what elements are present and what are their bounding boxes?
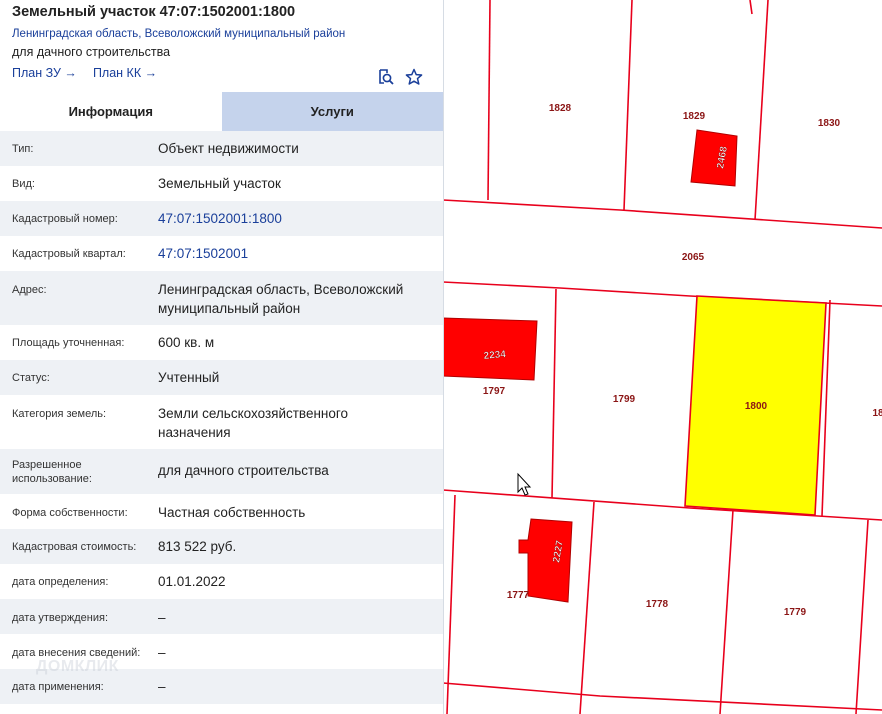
row-cadastral-value: Кадастровая стоимость: 813 522 руб. [0,529,443,564]
tab-services[interactable]: Услуги [221,92,443,131]
row-kind: Вид: Земельный участок [0,166,443,201]
row-value: – [158,679,166,694]
parcel-label-1830: 1830 [818,118,841,129]
star-icon[interactable] [405,68,423,91]
row-address: Адрес: Ленинградская область, Всеволожск… [0,271,443,325]
row-label: Категория земель: [12,408,107,420]
info-list: Тип: Объект недвижимости Вид: Земельный … [0,131,443,704]
row-type: Тип: Объект недвижимости [0,131,443,166]
row-value: для дачного строительства [158,463,329,478]
row-value: Земельный участок [158,176,281,191]
row-ownership: Форма собственности: Частная собственнос… [0,494,443,529]
parcel-label-1799: 1799 [613,394,636,405]
parcel-label-1797: 1797 [483,386,506,397]
row-label: Кадастровый квартал: [12,248,126,260]
plan-kk-link[interactable]: План КК → [93,66,157,80]
page-title: Земельный участок 47:07:1502001:1800 [12,4,296,20]
row-value: Объект недвижимости [158,141,299,156]
row-value: – [158,645,166,660]
row-permitted-use: Разрешенное использование: для дачного с… [0,449,443,494]
row-label: дата применения: [12,681,104,693]
row-cadastral-quarter: Кадастровый квартал: 47:07:1502001 [0,236,443,271]
parcel-label-1828: 1828 [549,103,572,114]
parcel-label-1778: 1778 [646,599,669,610]
row-label: Адрес: [12,284,47,296]
row-label: Статус: [12,372,50,384]
region-text: Ленинградская область, Всеволожский муни… [12,28,346,40]
parcel-label-1779: 1779 [784,607,807,618]
cadastral-quarter-link[interactable]: 47:07:1502001 [158,244,248,263]
building-2234[interactable] [442,317,538,381]
building-label-2234: 2234 [483,349,507,362]
panel-header: Земельный участок 47:07:1502001:1800 Лен… [0,0,443,92]
parcel-label-2065: 2065 [682,252,705,263]
parcel-label-18: 18 [872,408,882,419]
row-label: Кадастровый номер: [12,213,118,225]
parcel-label-1829: 1829 [683,111,706,122]
search-document-icon[interactable] [377,68,395,91]
row-label: Тип: [12,143,34,155]
row-area: Площадь уточненная: 600 кв. м [0,325,443,360]
row-value: Земли сельскохозяйственного назначения [158,406,349,440]
row-label: Разрешенное использование: [12,459,92,485]
row-value: Учтенный [158,370,220,385]
row-label: Кадастровая стоимость: [12,541,137,553]
row-value: Ленинградская область, Всеволожский муни… [158,282,404,316]
row-label: дата утверждения: [12,612,109,624]
row-label: Площадь уточненная: [12,337,125,349]
row-label: Вид: [12,178,35,190]
row-status: Статус: Учтенный [0,360,443,395]
row-label: дата определения: [12,576,109,588]
building-2468[interactable] [690,129,738,187]
tab-information[interactable]: Информация [0,92,222,131]
tab-bar: Информация Услуги [0,92,443,131]
plan-zu-link[interactable]: План ЗУ → [12,66,77,80]
row-determination-date: дата определения: 01.01.2022 [0,564,443,599]
row-value: 813 522 руб. [158,539,237,554]
row-value: Частная собственность [158,505,306,520]
row-approval-date: дата утверждения: – [0,599,443,634]
row-value: 600 кв. м [158,335,215,350]
row-cadastral-number: Кадастровый номер: 47:07:1502001:1800 [0,201,443,236]
watermark-logo: ДОМКЛИК [36,658,119,675]
info-panel: Земельный участок 47:07:1502001:1800 Лен… [0,0,444,714]
row-value: 01.01.2022 [158,574,226,589]
parcel-label-1800: 1800 [745,401,768,412]
row-label: Форма собственности: [12,507,128,519]
cadastral-number-link[interactable]: 47:07:1502001:1800 [158,209,282,228]
row-land-category: Категория земель: Земли сельскохозяйстве… [0,395,443,449]
usage-text: для дачного строительства [12,45,171,59]
row-value: – [158,610,166,625]
parcel-label-1777: 1777 [507,590,530,601]
